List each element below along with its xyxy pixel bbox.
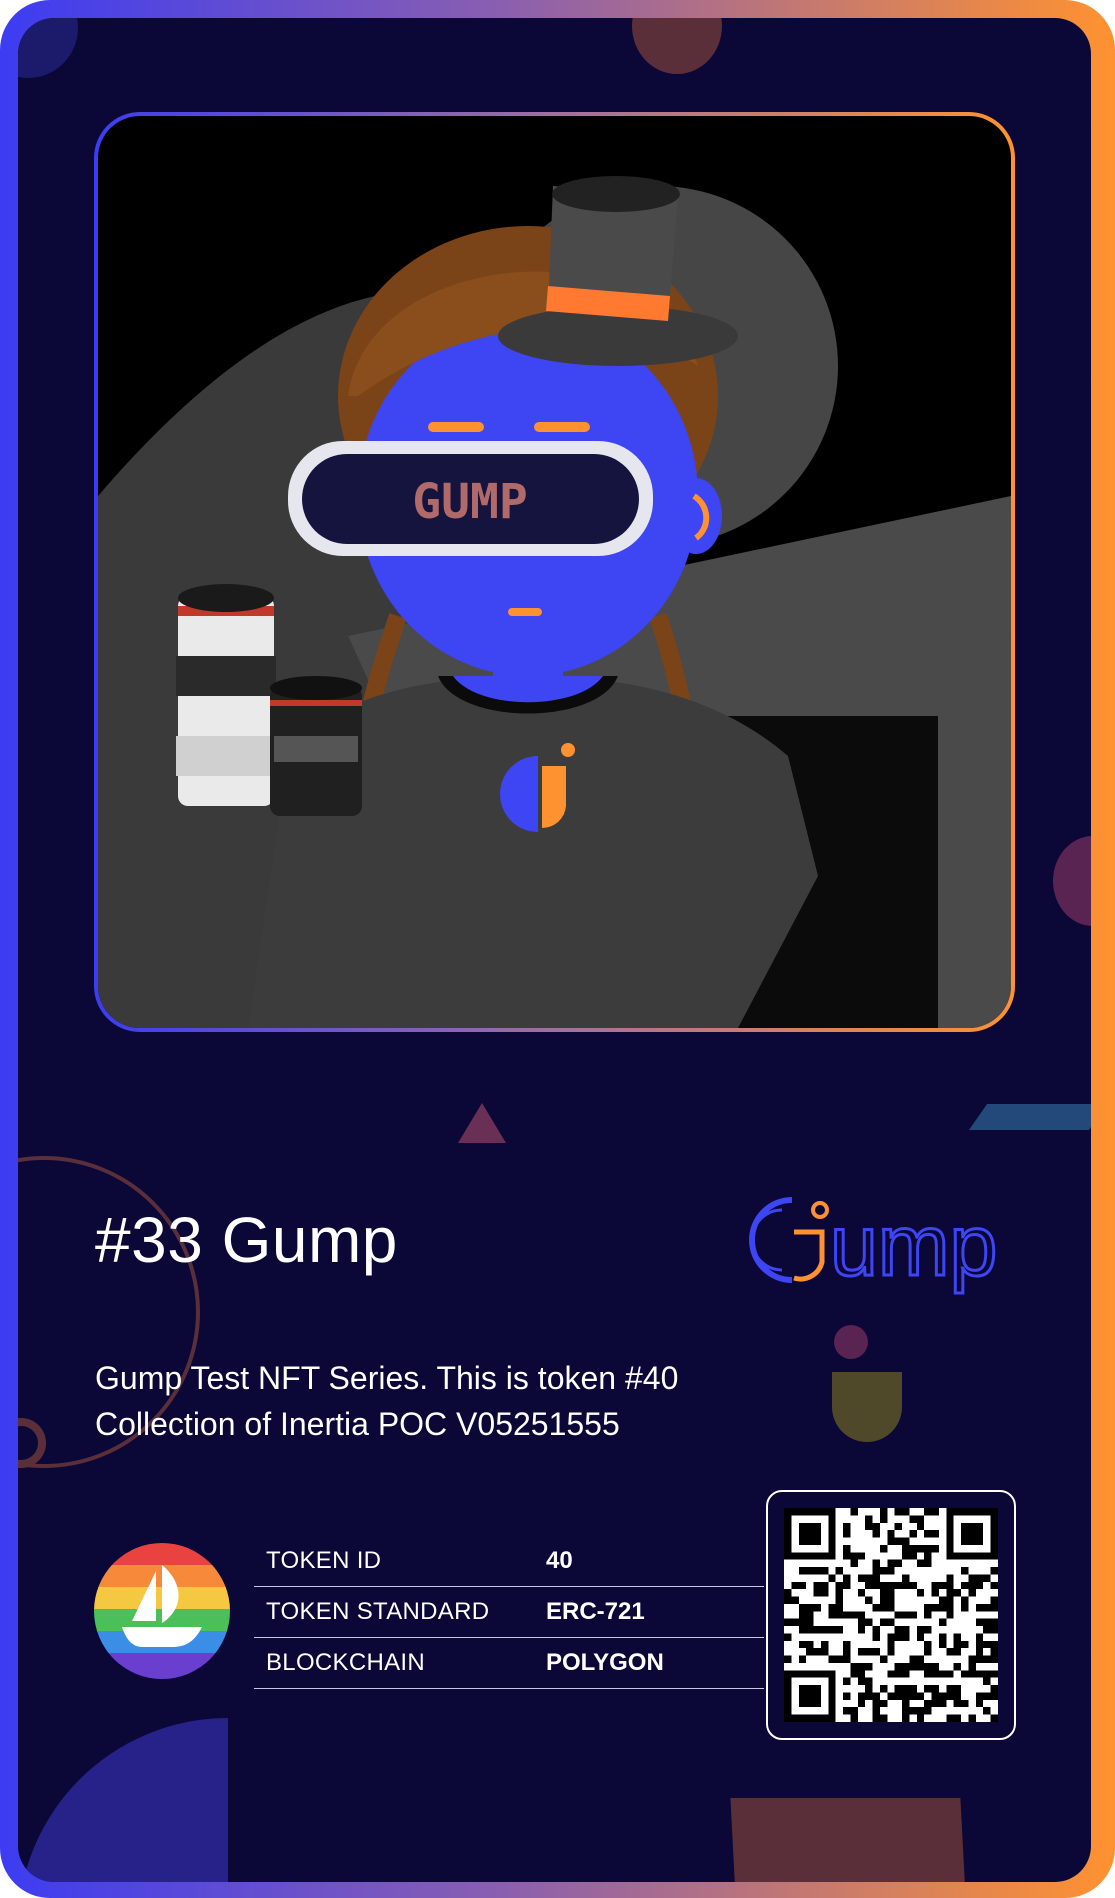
nft-description: Gump Test NFT Series. This is token #40 … [95,1355,775,1447]
description-line-2: Collection of Inertia POC V05251555 [95,1406,620,1442]
meta-value: ERC-721 [546,1598,645,1625]
gump-g-icon [749,1197,829,1283]
qr-code-frame [766,1490,1016,1740]
meta-key: TOKEN ID [266,1547,382,1574]
meta-value: POLYGON [546,1649,664,1676]
nft-card: GUMP #33 Gump ump Gump Test NFT Series. … [18,18,1091,1882]
deco-quarter-bottom-left [18,1718,228,1882]
deco-dot-mid [834,1325,868,1359]
deco-half-circle-right [1053,836,1091,926]
token-metadata-table: TOKEN ID 40 TOKEN STANDARD ERC-721 BLOCK… [254,1536,764,1689]
deco-circle-top-mid [632,18,722,74]
meta-key: BLOCKCHAIN [266,1649,426,1676]
artwork-frame: GUMP [94,112,1015,1032]
deco-circle-top-left [18,18,78,78]
meta-key: TOKEN STANDARD [266,1598,490,1625]
qr-code[interactable] [784,1508,998,1722]
nft-artwork: GUMP [98,116,1011,1028]
gump-logo-text: ump [830,1198,997,1294]
deco-block-bottom [730,1798,966,1882]
deco-triangle [458,1103,506,1143]
meta-row-token-standard: TOKEN STANDARD ERC-721 [254,1587,764,1638]
nft-title: #33 Gump [95,1204,398,1276]
avatar-illustration: GUMP [98,176,1011,1028]
deco-half-disc-mid [832,1372,902,1442]
gump-logo: ump [732,1180,1032,1305]
meta-value: 40 [546,1547,573,1574]
opensea-boat-icon[interactable] [94,1543,230,1679]
deco-stripe-right [968,1104,1091,1130]
visor-text: GUMP [412,474,528,530]
description-line-1: Gump Test NFT Series. This is token #40 [95,1360,679,1396]
meta-row-blockchain: BLOCKCHAIN POLYGON [254,1638,764,1689]
meta-row-token-id: TOKEN ID 40 [254,1536,764,1587]
